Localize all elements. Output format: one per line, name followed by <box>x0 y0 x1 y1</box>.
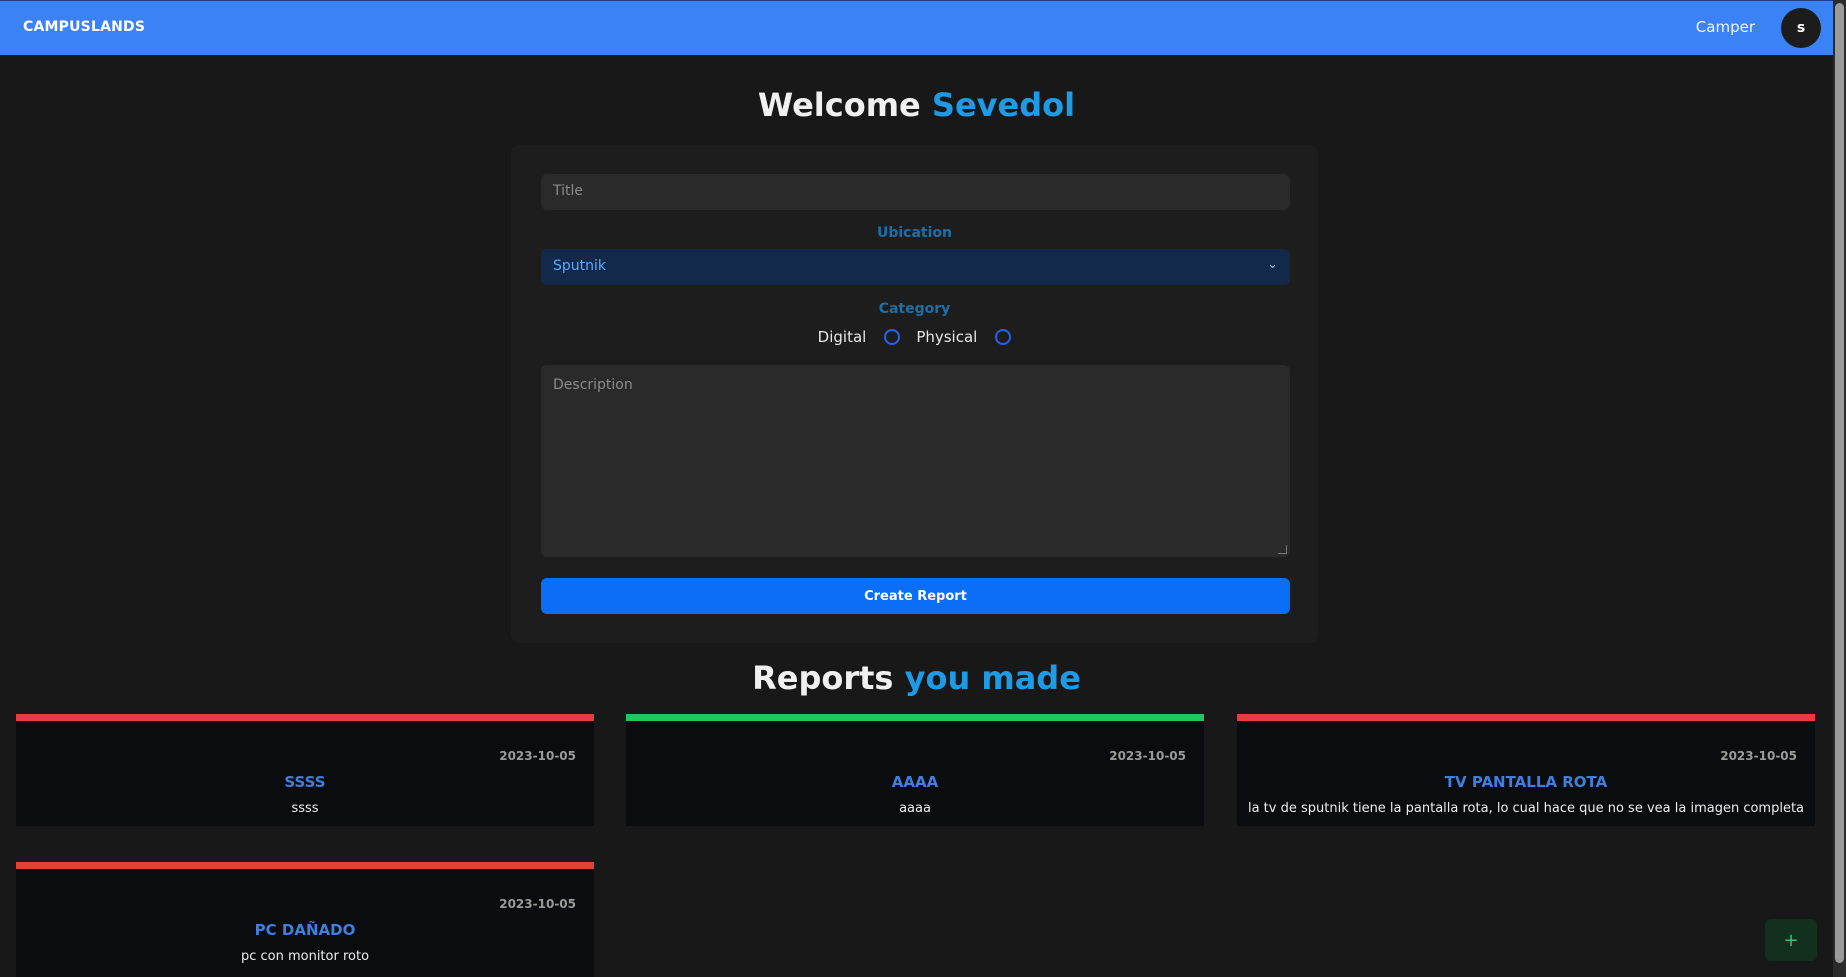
status-bar <box>16 862 594 869</box>
report-description: ssss <box>291 801 319 816</box>
report-date: 2023-10-05 <box>499 749 576 763</box>
reports-heading-accent: you made <box>904 659 1081 697</box>
resize-handle-icon[interactable] <box>1278 545 1287 554</box>
category-radio-group: Digital Physical <box>511 328 1318 346</box>
ubication-selected-value: Sputnik <box>553 258 607 274</box>
title-input[interactable]: Title <box>541 174 1290 210</box>
category-option-digital-label: Digital <box>817 328 867 346</box>
chevron-down-icon: ⌄ <box>1267 257 1278 272</box>
user-role: Camper <box>1695 18 1755 36</box>
category-radio-physical[interactable] <box>995 329 1012 345</box>
create-report-button[interactable]: Create Report <box>541 578 1290 614</box>
top-navbar: CAMPUSLANDS Camper s <box>0 0 1833 55</box>
category-label: Category <box>878 301 951 317</box>
report-date: 2023-10-05 <box>499 897 576 911</box>
report-card[interactable]: 2023-10-05 TV PANTALLA ROTA la tv de spu… <box>1237 714 1815 826</box>
category-option-physical-label: Physical <box>916 328 978 346</box>
ubication-label: Ubication <box>876 225 952 241</box>
report-date: 2023-10-05 <box>1720 749 1797 763</box>
report-card[interactable]: 2023-10-05 AAAA aaaa <box>626 714 1204 826</box>
report-description: pc con monitor roto <box>240 949 370 964</box>
report-form: Title Ubication Sputnik ⌄ Category Digit… <box>511 145 1318 643</box>
status-bar <box>626 714 1204 721</box>
avatar[interactable]: s <box>1781 8 1821 48</box>
category-radio-digital[interactable] <box>884 329 901 345</box>
report-title: SSSS <box>284 773 326 791</box>
welcome-username: Sevedol <box>931 86 1076 124</box>
report-date: 2023-10-05 <box>1109 749 1186 763</box>
report-description: aaaa <box>899 801 931 816</box>
add-report-button[interactable]: + <box>1765 919 1817 961</box>
welcome-heading: Welcome Sevedol <box>0 86 1833 124</box>
report-description: la tv de sputnik tiene la pantalla rota,… <box>1247 801 1805 816</box>
status-bar <box>16 714 594 721</box>
status-bar <box>1237 714 1815 721</box>
description-placeholder: Description <box>553 377 633 393</box>
report-title: TV PANTALLA ROTA <box>1444 773 1608 791</box>
description-textarea[interactable]: Description <box>541 365 1290 557</box>
ubication-select[interactable]: Sputnik ⌄ <box>541 249 1290 285</box>
report-title: PC DAÑADO <box>254 921 356 939</box>
scrollbar-thumb[interactable] <box>1835 3 1844 963</box>
report-card[interactable]: 2023-10-05 PC DAÑADO pc con monitor roto <box>16 862 594 977</box>
reports-heading-prefix: Reports <box>752 659 894 697</box>
reports-heading: Reports you made <box>0 659 1833 697</box>
report-title: AAAA <box>891 773 939 791</box>
scrollbar[interactable] <box>1833 0 1846 977</box>
welcome-prefix: Welcome <box>757 86 921 124</box>
title-placeholder: Title <box>553 183 584 199</box>
report-card[interactable]: 2023-10-05 SSSS ssss <box>16 714 594 826</box>
brand-logo[interactable]: CAMPUSLANDS <box>23 19 145 35</box>
